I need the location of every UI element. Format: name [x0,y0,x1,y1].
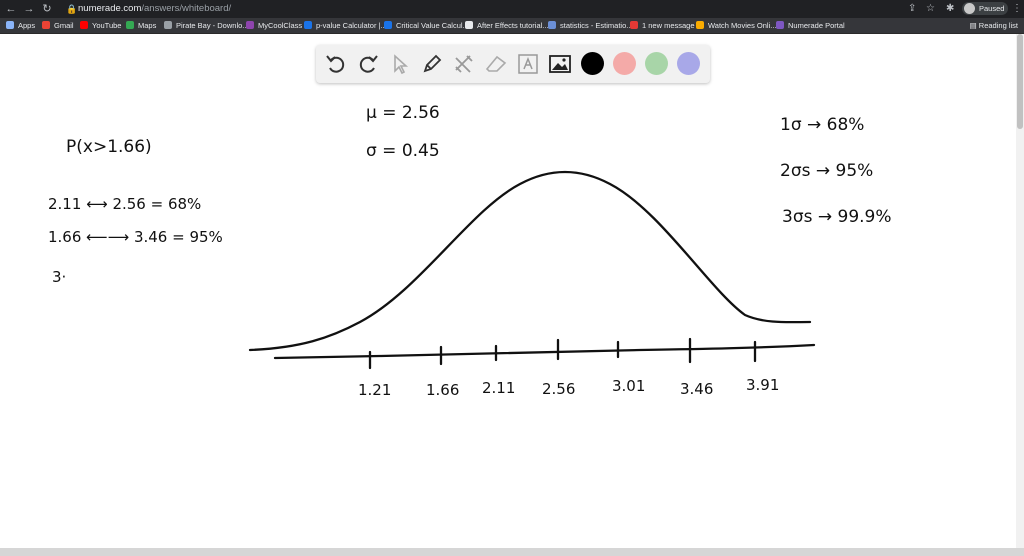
rule-3-text: 3σs → 99.9% [782,207,892,227]
vertical-scrollbar[interactable] [1016,34,1024,548]
x-axis-line [273,343,816,360]
bottom-scrollbar[interactable] [0,548,1024,556]
range-3-text: 3· [52,268,66,286]
whiteboard-drawing: P(x>1.66) μ = 2.56 σ = 0.45 2.11 ⟷ 2.56 … [48,103,892,399]
tick-label: 3.46 [680,380,713,398]
tick-marks [368,337,757,370]
rule-2-text: 2σs → 95% [780,161,873,181]
tick-label: 1.21 [358,381,391,399]
tick-label: 3.91 [746,376,779,394]
question-text: P(x>1.66) [66,137,152,157]
tick-label: 1.66 [426,381,459,399]
range-2-text: 1.66 ⟵⟶ 3.46 = 95% [48,228,223,246]
tick-label: 2.56 [542,380,575,398]
rule-1-text: 1σ → 68% [780,115,864,135]
tick-label: 2.11 [482,379,515,397]
normal-curve [248,170,812,352]
sd-text: σ = 0.45 [366,141,440,161]
tick-label: 3.01 [612,377,645,395]
mean-text: μ = 2.56 [366,103,440,123]
range-1-text: 2.11 ⟷ 2.56 = 68% [48,195,201,213]
scrollbar-thumb[interactable] [1017,34,1023,129]
